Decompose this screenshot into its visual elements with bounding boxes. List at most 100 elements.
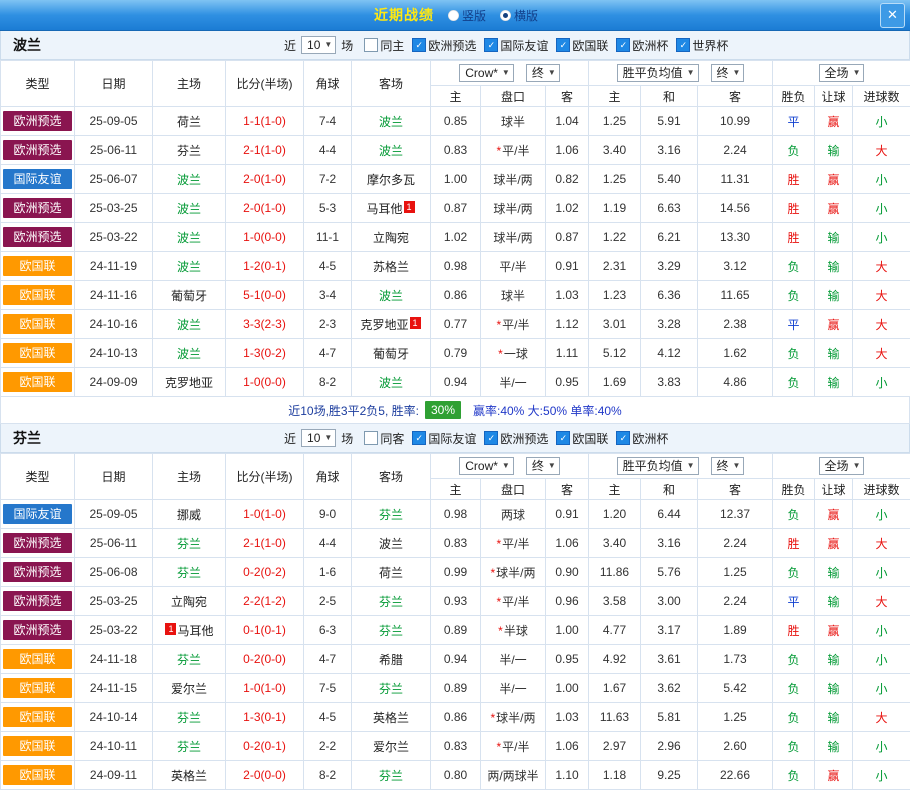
- competition-checkbox-0[interactable]: ✓欧洲预选: [412, 37, 476, 54]
- radio-selected-icon[interactable]: [500, 10, 511, 21]
- same-venue-checkbox[interactable]: 同客: [364, 430, 404, 447]
- table-head: 类型日期主场比分(半场)角球客场Crow*▼终▼胜平负均值▼终▼全场▼主盘口客主…: [1, 454, 910, 500]
- checkbox-checked-icon[interactable]: ✓: [616, 38, 630, 52]
- score-cell: 0-1(0-1): [226, 616, 304, 645]
- away-team-cell: 波兰: [352, 368, 431, 397]
- team-name: 爱尔兰: [171, 682, 207, 696]
- asterisk-marker: *: [496, 318, 501, 332]
- checkbox-unchecked-icon[interactable]: [364, 38, 378, 52]
- avg-home-cell: 5.12: [589, 339, 641, 368]
- odds-final-select[interactable]: 终▼: [526, 457, 560, 475]
- team-name: 芬兰: [379, 769, 403, 783]
- dropdown-arrow-icon: ▼: [502, 66, 510, 80]
- fulltime-select[interactable]: 全场▼: [819, 64, 865, 82]
- avg-home-cell: 3.40: [589, 529, 641, 558]
- competition-checkbox-3[interactable]: ✓欧洲杯: [616, 430, 668, 447]
- subcolumn-header: 进球数: [853, 479, 910, 500]
- competition-checkbox-4[interactable]: ✓世界杯: [676, 37, 728, 54]
- close-button[interactable]: ✕: [880, 3, 905, 28]
- avg-away-cell: 11.65: [698, 281, 773, 310]
- score-cell: 1-0(1-0): [226, 500, 304, 529]
- fulltime-select[interactable]: 全场▼: [819, 457, 865, 475]
- home-team-cell: 芬兰: [153, 136, 226, 165]
- same-venue-checkbox[interactable]: 同主: [364, 37, 404, 54]
- layout-vertical-option[interactable]: 竖版: [448, 7, 486, 24]
- competition-checkbox-2[interactable]: ✓欧国联: [556, 430, 608, 447]
- match-row: 欧洲预选25-03-221马耳他0-1(0-1)6-3芬兰0.89*半球1.00…: [1, 616, 910, 645]
- avg-home-cell: 4.92: [589, 645, 641, 674]
- corner-cell: 7-5: [304, 674, 352, 703]
- result-wdl-cell: 负: [773, 281, 815, 310]
- avg-source-select[interactable]: 胜平负均值▼: [617, 64, 699, 82]
- corner-cell: 2-3: [304, 310, 352, 339]
- corner-cell: 4-7: [304, 645, 352, 674]
- recent-count-select[interactable]: 10▼: [301, 429, 336, 447]
- column-header: 客场: [352, 454, 431, 500]
- handicap-cell: *平/半: [481, 732, 546, 761]
- away-team-cell: 葡萄牙: [352, 339, 431, 368]
- competition-checkbox-2[interactable]: ✓欧国联: [556, 37, 608, 54]
- team-name: 芬兰: [177, 537, 201, 551]
- column-header: 客场: [352, 61, 431, 107]
- competition-checkbox-1[interactable]: ✓欧洲预选: [484, 430, 548, 447]
- result-handicap-cell: 输: [815, 587, 853, 616]
- odds-final-select[interactable]: 终▼: [526, 64, 560, 82]
- match-row: 欧洲预选25-06-08芬兰0-2(0-2)1-6荷兰0.99*球半/两0.90…: [1, 558, 910, 587]
- asterisk-marker: *: [498, 624, 503, 638]
- score-cell: 1-0(1-0): [226, 674, 304, 703]
- dropdown-arrow-icon: ▼: [733, 66, 741, 80]
- subcolumn-header: 胜负: [773, 86, 815, 107]
- summary-rates: 赢率:40% 大:50% 单率:40%: [473, 402, 622, 419]
- odds-source-select[interactable]: Crow*▼: [459, 64, 514, 82]
- team-name: 波兰: [177, 202, 201, 216]
- result-handicap-cell: 输: [815, 368, 853, 397]
- avg-final-select[interactable]: 终▼: [711, 64, 745, 82]
- odds-home-cell: 0.86: [431, 281, 481, 310]
- checkbox-checked-icon[interactable]: ✓: [484, 38, 498, 52]
- result-handicap-cell: 输: [815, 732, 853, 761]
- avg-home-cell: 1.19: [589, 194, 641, 223]
- column-header: 主场: [153, 454, 226, 500]
- checkbox-checked-icon[interactable]: ✓: [484, 431, 498, 445]
- competition-badge: 欧国联: [3, 285, 72, 305]
- avg-draw-cell: 3.00: [641, 587, 698, 616]
- match-row: 欧洲预选25-09-05荷兰1-1(1-0)7-4波兰0.85球半1.041.2…: [1, 107, 910, 136]
- checkbox-checked-icon[interactable]: ✓: [412, 431, 426, 445]
- results-table-poland: 类型日期主场比分(半场)角球客场Crow*▼终▼胜平负均值▼终▼全场▼主盘口客主…: [0, 60, 910, 397]
- competition-badge: 欧洲预选: [3, 562, 72, 582]
- section-team-title: 芬兰: [13, 428, 41, 448]
- score-cell: 3-3(2-3): [226, 310, 304, 339]
- recent-count-select[interactable]: 10▼: [301, 36, 336, 54]
- competition-cell: 欧洲预选: [1, 558, 75, 587]
- odds-away-cell: 0.95: [546, 645, 589, 674]
- match-row: 欧国联24-10-11芬兰0-2(0-1)2-2爱尔兰0.83*平/半1.062…: [1, 732, 910, 761]
- avg-source-select[interactable]: 胜平负均值▼: [617, 457, 699, 475]
- competition-cell: 欧国联: [1, 645, 75, 674]
- result-wdl-cell: 胜: [773, 223, 815, 252]
- checkbox-unchecked-icon[interactable]: [364, 431, 378, 445]
- checkbox-checked-icon[interactable]: ✓: [676, 38, 690, 52]
- avg-final-select[interactable]: 终▼: [711, 457, 745, 475]
- checkbox-checked-icon[interactable]: ✓: [556, 431, 570, 445]
- subcolumn-header: 进球数: [853, 86, 910, 107]
- competition-checkbox-3[interactable]: ✓欧洲杯: [616, 37, 668, 54]
- competition-checkbox-1[interactable]: ✓国际友谊: [484, 37, 548, 54]
- odds-source-select[interactable]: Crow*▼: [459, 457, 514, 475]
- checkbox-checked-icon[interactable]: ✓: [412, 38, 426, 52]
- header-row-1: 类型日期主场比分(半场)角球客场Crow*▼终▼胜平负均值▼终▼全场▼: [1, 454, 910, 479]
- summary-bar: 近10场,胜3平2负5, 胜率:30%赢率:40% 大:50% 单率:40%: [0, 397, 910, 424]
- corner-cell: 1-6: [304, 558, 352, 587]
- filter-bar: 近10▼场同主✓欧洲预选✓国际友谊✓欧国联✓欧洲杯✓世界杯: [281, 36, 728, 54]
- result-wdl-cell: 平: [773, 107, 815, 136]
- avg-home-cell: 1.23: [589, 281, 641, 310]
- radio-unselected-icon[interactable]: [448, 10, 459, 21]
- home-team-cell: 波兰: [153, 252, 226, 281]
- checkbox-checked-icon[interactable]: ✓: [616, 431, 630, 445]
- result-wdl-cell: 负: [773, 368, 815, 397]
- handicap-cell: 平/半: [481, 252, 546, 281]
- checkbox-checked-icon[interactable]: ✓: [556, 38, 570, 52]
- layout-horizontal-option[interactable]: 横版: [500, 7, 538, 24]
- competition-cell: 欧国联: [1, 310, 75, 339]
- competition-checkbox-0[interactable]: ✓国际友谊: [412, 430, 476, 447]
- handicap-cell: 半/一: [481, 368, 546, 397]
